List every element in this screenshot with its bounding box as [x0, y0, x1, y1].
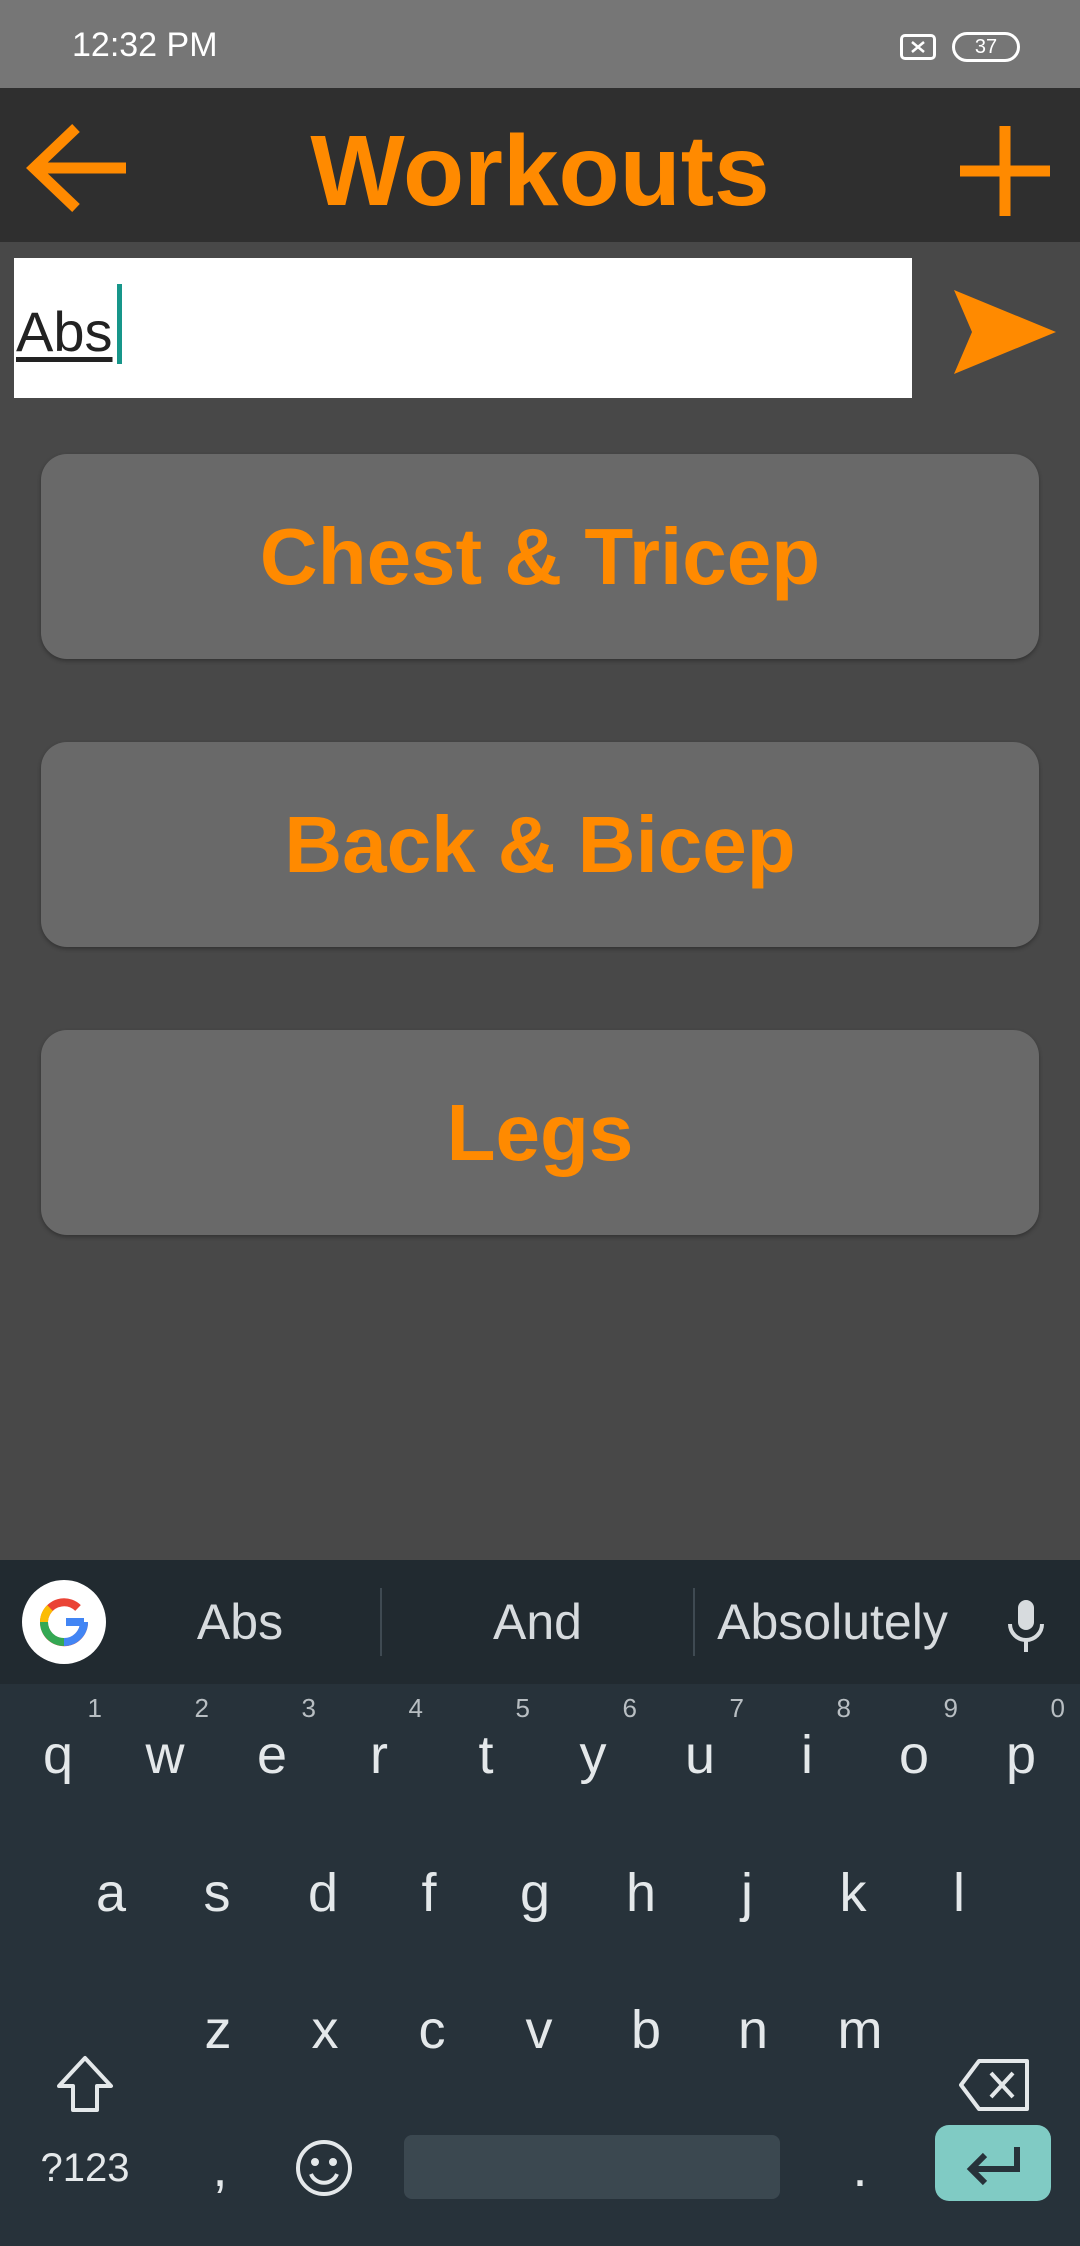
key-y[interactable]: y6: [543, 1693, 643, 1810]
soft-keyboard: Abs And Absolutely q1w2e3r4t5y6u7i8o9p0 …: [0, 1560, 1080, 2246]
emoji-key[interactable]: [274, 2113, 374, 2223]
key-t[interactable]: t5: [436, 1693, 536, 1810]
text-caret: [117, 284, 122, 364]
key-hint-number: 0: [1050, 1693, 1065, 1723]
symbols-key[interactable]: ?123: [35, 2113, 135, 2223]
key-j[interactable]: j: [697, 1838, 797, 1948]
key-hint-number: 2: [194, 1693, 209, 1723]
key-m[interactable]: m: [810, 1975, 910, 2085]
key-hint-number: 4: [408, 1693, 423, 1723]
key-label: w: [145, 1725, 185, 1785]
workout-button-chest-tricep[interactable]: Chest & Tricep: [41, 454, 1039, 659]
suggestion-3[interactable]: Absolutely: [700, 1560, 965, 1684]
key-label: u: [684, 1725, 716, 1785]
add-workout-button[interactable]: [950, 116, 1060, 226]
workout-name-input[interactable]: Abs: [14, 258, 912, 398]
key-hint-number: 8: [836, 1693, 851, 1723]
key-s[interactable]: s: [167, 1838, 267, 1948]
key-hint-number: 1: [87, 1693, 102, 1723]
key-label: p: [1005, 1725, 1037, 1785]
key-f[interactable]: f: [379, 1838, 479, 1948]
new-workout-row: Abs: [0, 242, 1080, 417]
key-hint-number: 7: [729, 1693, 744, 1723]
enter-key[interactable]: [935, 2125, 1051, 2201]
no-sim-icon: [900, 34, 936, 60]
comma-key[interactable]: ,: [170, 2113, 270, 2223]
workout-button-back-bicep[interactable]: Back & Bicep: [41, 742, 1039, 947]
key-w[interactable]: w2: [115, 1693, 215, 1810]
key-z[interactable]: z: [168, 1975, 268, 2085]
suggestion-divider: [693, 1588, 695, 1656]
key-q[interactable]: q1: [8, 1693, 108, 1810]
key-o[interactable]: o9: [864, 1693, 964, 1810]
emoji-icon: [296, 2140, 352, 2196]
suggestion-2[interactable]: And: [400, 1560, 675, 1684]
send-button[interactable]: [950, 282, 1060, 382]
period-key[interactable]: .: [810, 2113, 910, 2223]
backspace-icon: [959, 2059, 1029, 2111]
space-key[interactable]: [404, 2135, 780, 2199]
mic-icon[interactable]: [1004, 1598, 1048, 1654]
page-title: Workouts: [310, 115, 770, 227]
key-hint-number: 3: [301, 1693, 316, 1723]
key-label: t: [478, 1725, 494, 1785]
key-hint-number: 9: [943, 1693, 958, 1723]
key-hint-number: 5: [515, 1693, 530, 1723]
key-k[interactable]: k: [803, 1838, 903, 1948]
enter-icon: [966, 2147, 1020, 2186]
battery-indicator: 37: [952, 32, 1020, 62]
key-l[interactable]: l: [909, 1838, 1009, 1948]
suggestion-divider: [380, 1588, 382, 1656]
shift-icon: [57, 2056, 113, 2112]
status-time: 12:32 PM: [72, 26, 218, 64]
suggestion-1[interactable]: Abs: [120, 1560, 360, 1684]
key-v[interactable]: v: [489, 1975, 589, 2085]
key-h[interactable]: h: [591, 1838, 691, 1948]
key-label: q: [42, 1725, 74, 1785]
key-hint-number: 6: [622, 1693, 637, 1723]
suggestion-strip: Abs And Absolutely: [0, 1560, 1080, 1684]
key-a[interactable]: a: [61, 1838, 161, 1948]
key-label: e: [256, 1725, 288, 1785]
send-icon: [954, 290, 1056, 374]
key-b[interactable]: b: [596, 1975, 696, 2085]
key-e[interactable]: e3: [222, 1693, 322, 1810]
key-d[interactable]: d: [273, 1838, 373, 1948]
key-r[interactable]: r4: [329, 1693, 429, 1810]
key-c[interactable]: c: [382, 1975, 482, 2085]
workout-name-value: Abs: [16, 300, 113, 363]
key-label: y: [579, 1725, 607, 1785]
backspace-key[interactable]: [945, 2030, 1045, 2140]
key-label: o: [898, 1725, 930, 1785]
key-x[interactable]: x: [275, 1975, 375, 2085]
key-label: r: [370, 1725, 388, 1785]
google-g-icon[interactable]: [22, 1580, 106, 1664]
plus-icon: [960, 126, 1050, 216]
key-label: i: [801, 1725, 813, 1785]
app-bar: Workouts: [0, 88, 1080, 242]
key-g[interactable]: g: [485, 1838, 585, 1948]
workout-button-legs[interactable]: Legs: [41, 1030, 1039, 1235]
key-i[interactable]: i8: [757, 1693, 857, 1810]
key-u[interactable]: u7: [650, 1693, 750, 1810]
key-p[interactable]: p0: [971, 1693, 1071, 1810]
key-n[interactable]: n: [703, 1975, 803, 2085]
status-bar: 12:32 PM 37: [0, 0, 1080, 88]
